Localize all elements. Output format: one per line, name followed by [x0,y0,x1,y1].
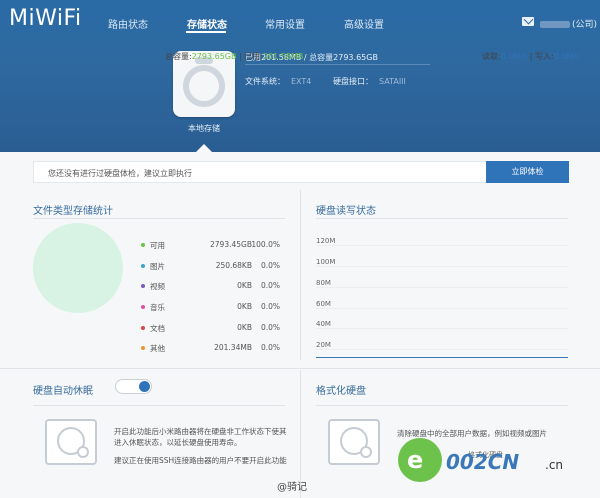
divider [0,368,600,369]
divider [33,405,285,406]
watermark-brand: 002CN [446,450,520,474]
blurred-username [540,21,570,28]
y-tick-60: 60M [316,300,331,308]
user-account[interactable]: (公司) [540,17,597,30]
pointer-arrow [196,144,212,152]
disk-label: 本地存储 [188,124,220,133]
divider [316,405,568,406]
nav-router-status[interactable]: 路由状态 [108,16,148,31]
auto-sleep-desc-2: 进入休眠状态，以延长硬盘使用寿命。 [114,438,242,447]
check-now-button[interactable]: 立即体检 [486,161,569,183]
mail-icon[interactable] [522,17,534,26]
io-rates: 读取:0.0M/s | 写入:0.0M/s [482,52,581,61]
auto-sleep-desc-3: 建议正在使用SSH连接路由器的用户不要开启此功能 [114,456,287,465]
divider [33,218,285,219]
legend-dot [141,305,145,309]
nav-common-settings[interactable]: 常用设置 [265,16,305,31]
y-tick-40: 40M [316,320,331,328]
legend-dot [141,346,145,350]
storage-totals: 总容量:2793.65GB | 已用:201.58MB [165,52,304,61]
y-tick-120: 120M [316,237,336,245]
nav-storage-status[interactable]: 存储状态 [187,16,227,31]
divider [316,218,568,219]
weibo-watermark: @骑记 [277,482,307,493]
legend-row-other: 其他 201.34MB 0.0% [141,343,286,354]
main-nav: 路由状态 存储状态 常用设置 高级设置 [0,16,600,33]
y-tick-100: 100M [316,258,336,266]
auto-sleep-desc-1: 开启此功能后小米路由器将在硬盘非工作状态下使其 [114,427,287,436]
format-disk-icon [328,419,380,465]
divider [245,64,430,65]
auto-sleep-toggle[interactable] [115,379,152,394]
watermark-suffix: .cn [545,458,564,472]
filesystem-info: 文件系统： EXT4 [245,77,312,86]
y-tick-20: 20M [316,341,331,349]
notice-text: 您还没有进行过硬盘体检，建议立即执行 [48,169,192,178]
disk-io-title: 硬盘读写状态 [316,206,376,217]
legend-dot [141,264,145,268]
nav-advanced-settings[interactable]: 高级设置 [344,16,384,31]
y-tick-80: 80M [316,279,331,287]
top-header: MiWiFi 路由状态 存储状态 常用设置 高级设置 (公司) 本地存储 已用2… [0,0,600,152]
column-divider [300,190,301,360]
legend-row-available: 可用 2793.45GB 100.0% [141,240,286,251]
io-chart-baseline [316,357,568,358]
user-suffix: (公司) [572,20,598,30]
disk-port-info: 硬盘接口： SATAIII [333,77,406,86]
format-disk-title: 格式化硬盘 [316,386,366,397]
legend-row-music: 音乐 0KB 0.0% [141,302,286,313]
legend-row-images: 图片 250.68KB 0.0% [141,261,286,272]
legend-row-documents: 文档 0KB 0.0% [141,323,286,334]
nav-active-indicator [186,31,226,33]
sleep-disk-icon [45,419,97,465]
legend-row-video: 视频 0KB 0.0% [141,281,286,292]
legend-dot [141,326,145,330]
auto-sleep-title: 硬盘自动休眠 [33,386,93,397]
watermark-logo: e [398,438,442,482]
file-stats-title: 文件类型存储统计 [33,206,113,217]
legend-dot [141,243,145,247]
storage-pie-chart [33,223,123,313]
legend-dot [141,284,145,288]
toggle-knob [139,381,150,392]
